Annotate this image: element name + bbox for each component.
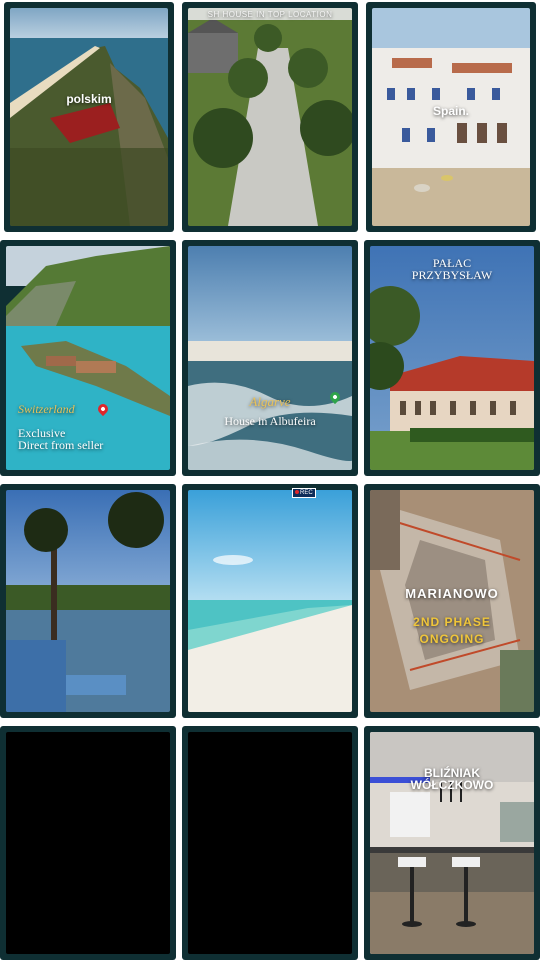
- tile-sub-direct-from-seller: Direct from seller: [18, 438, 104, 452]
- video-tile-beach[interactable]: REC: [182, 484, 358, 718]
- video-tile-empty-1[interactable]: [0, 726, 176, 960]
- video-tile-lake[interactable]: [0, 484, 176, 718]
- thumbnail-construction-site: [370, 490, 534, 712]
- tile-label-2nd-phase: 2ND PHASE: [413, 615, 491, 629]
- video-grid: polskim SH HOUSE IN TOP LOCATION Spain. …: [0, 0, 540, 960]
- video-tile-blizniak[interactable]: BLIŹNIAK WÓŁCZKOWO: [364, 726, 540, 960]
- thumbnail-algarve-coast: [188, 246, 352, 470]
- video-tile-algarve[interactable]: Algarve House in Albufeira: [182, 240, 358, 476]
- rec-label: REC: [300, 490, 313, 496]
- video-tile-palac[interactable]: PAŁAC PRZYBYSŁAW: [364, 240, 540, 476]
- tile-label-marianowo: MARIANOWO: [405, 586, 499, 601]
- thumbnail-cypress-lake: [6, 490, 170, 712]
- tile-label-wolczkowo: WÓŁCZKOWO: [410, 778, 494, 792]
- thumbnail-white-beach: [188, 490, 352, 712]
- thumbnail-coastline: [10, 8, 168, 226]
- tile-label-polskim: polskim: [66, 92, 112, 106]
- rec-badge: REC: [292, 488, 316, 498]
- tile-label-ongoing: ONGOING: [419, 632, 485, 646]
- tile-label-przybyslaw: PRZYBYSŁAW: [411, 268, 493, 282]
- video-tile-switzerland[interactable]: Switzerland Exclusive Direct from seller: [0, 240, 176, 476]
- tile-label-spain: Spain.: [432, 104, 469, 118]
- thumbnail-black: [6, 732, 170, 954]
- video-tile-park-house[interactable]: SH HOUSE IN TOP LOCATION: [182, 2, 358, 232]
- tile-sub-house-in-albufeira: House in Albufeira: [224, 414, 316, 428]
- video-tile-marianowo[interactable]: MARIANOWO 2ND PHASE ONGOING: [364, 484, 540, 718]
- thumbnail-black: [188, 732, 352, 954]
- video-tile-empty-2[interactable]: [182, 726, 358, 960]
- thumbnail-park-path: [188, 8, 352, 226]
- tile-label-park-house: SH HOUSE IN TOP LOCATION: [207, 10, 333, 19]
- video-tile-spain[interactable]: Spain.: [366, 2, 536, 232]
- video-tile-polskim[interactable]: polskim: [4, 2, 174, 232]
